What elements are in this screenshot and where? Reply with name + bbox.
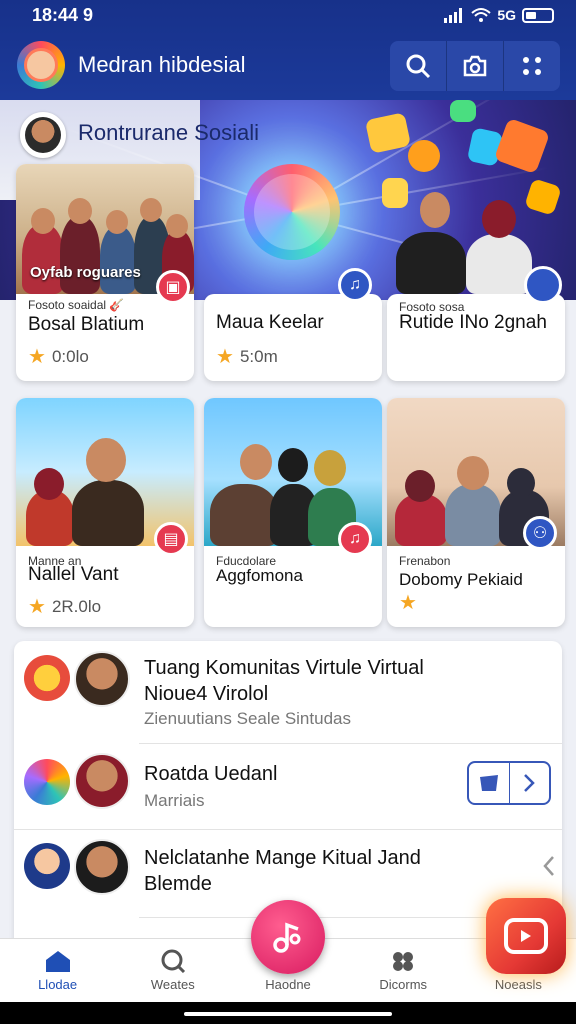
card-badge-icon[interactable]: ▤ <box>154 522 188 556</box>
app-title: Medran hibdesial <box>78 52 246 77</box>
card-rating: ★ 2R.0lo <box>28 596 102 618</box>
star-icon: ★ <box>216 346 234 368</box>
list-item[interactable]: Roatda Uedanl Marriais <box>14 745 562 830</box>
community-icon <box>393 952 414 971</box>
list-item-title-line2: Nioue4 Virolol <box>144 683 269 705</box>
avatar <box>74 839 130 895</box>
camera-icon <box>463 55 487 77</box>
video-icon <box>504 918 548 954</box>
card-rating: ★ <box>399 590 417 615</box>
list-item[interactable]: Tuang Komunitas Virtule Virtual Nioue4 V… <box>14 641 562 744</box>
group-icon <box>24 655 70 701</box>
nav-search[interactable]: Weates <box>115 939 230 1002</box>
card-overlay-text: Oyfab roguares <box>30 264 141 281</box>
community-card[interactable]: Maua Keelar ★ 5:0m <box>204 294 382 381</box>
avatar <box>74 651 130 707</box>
nav-label: Haodne <box>265 977 311 992</box>
status-icons: 5G <box>443 7 554 23</box>
header-actions <box>390 41 560 91</box>
nav-discover[interactable]: Dicorms <box>346 939 461 1002</box>
card-rating: ★ 0:0lo <box>28 346 89 368</box>
card-title: Rutide INo 2gnah <box>399 312 547 333</box>
community-card[interactable]: ⚇ Frenabon Dobomy Pekiaid ★ <box>387 398 565 627</box>
card-badge-icon[interactable]: ♫ <box>338 268 372 302</box>
card-subtitle: Fosoto soaidal 🎸 <box>28 298 125 312</box>
chevron-right-button[interactable] <box>510 763 550 803</box>
music-note-icon <box>273 922 301 953</box>
chevron-left-icon[interactable] <box>542 855 556 877</box>
nav-label: Llodae <box>38 977 78 992</box>
chevron-right-icon <box>524 774 536 792</box>
list-item-title: Roatda Uedanl <box>144 763 278 785</box>
card-title: Dobomy Pekiaid <box>399 570 523 589</box>
media-fab-button[interactable] <box>486 898 566 974</box>
star-icon: ★ <box>28 596 46 618</box>
chat-bubble-icon <box>450 100 476 122</box>
hero-emblem <box>244 164 340 260</box>
community-avatar[interactable] <box>20 112 66 158</box>
card-badge-icon[interactable]: ♫ <box>338 522 372 556</box>
app-header: 18:44 9 5G Medran hibdesial <box>0 0 576 100</box>
status-time: 18:44 9 <box>32 4 94 25</box>
home-icon <box>45 951 70 972</box>
home-indicator <box>0 1002 576 1024</box>
card-badge-icon[interactable]: ⚇ <box>523 516 557 550</box>
avatar <box>74 753 130 809</box>
row-action-group <box>467 761 551 805</box>
card-title: Aggfomona <box>216 566 303 585</box>
community-card[interactable]: Fosoto sosa Rutide INo 2gnah <box>387 294 565 381</box>
list-item-title-line2: Blemde <box>144 873 212 895</box>
nav-label: Dicorms <box>379 977 428 992</box>
wifi-icon <box>471 8 491 22</box>
community-card[interactable]: ▤ Manne an Nallel Vant ★ 2R.0lo <box>16 398 194 627</box>
list-item-title: Nelclatanhe Mange Kitual Jand <box>144 847 421 869</box>
signal-icon <box>444 8 463 23</box>
card-badge-icon[interactable] <box>524 266 562 304</box>
community-card[interactable]: Oyfab roguares ▣ Fosoto soaidal 🎸 Bosal … <box>16 164 194 381</box>
camera-button[interactable] <box>447 41 504 91</box>
hero-title: Rontrurane Sosiali <box>78 120 259 145</box>
card-title: Bosal Blatium <box>28 314 145 335</box>
avatar <box>24 843 70 889</box>
heart-icon <box>493 117 551 175</box>
music-player-icon <box>24 759 70 805</box>
status-bar: 18:44 9 5G <box>32 4 554 26</box>
list-item-subtitle: Zienuutians Seale Sintudas <box>144 709 351 728</box>
nav-label: Noeasls <box>494 977 542 992</box>
grid-menu-button[interactable] <box>504 41 560 91</box>
card-title: Nallel Vant <box>28 564 119 585</box>
emoji-icon <box>408 140 440 172</box>
community-card[interactable]: ♫ Fducdolare Aggfomona <box>204 398 382 627</box>
nav-home[interactable]: Llodae <box>0 939 115 1002</box>
star-icon: ★ <box>399 592 417 614</box>
network-label: 5G <box>497 7 516 23</box>
search-button[interactable] <box>390 41 447 91</box>
card-subtitle: Frenabon <box>399 554 451 568</box>
card-badge-icon[interactable]: ▣ <box>156 270 190 304</box>
card-title: Maua Keelar <box>216 312 324 333</box>
grid-icon <box>523 57 541 75</box>
search-icon <box>161 949 185 973</box>
search-icon <box>406 54 431 79</box>
profile-avatar[interactable] <box>17 41 65 89</box>
list-item-subtitle: Marriais <box>144 791 205 810</box>
nav-label: Weates <box>150 977 195 992</box>
message-icon <box>479 775 498 791</box>
card-rating: ★ 5:0m <box>216 346 278 368</box>
star-icon: ★ <box>28 346 46 368</box>
community-list: Tuang Komunitas Virtule Virtual Nioue4 V… <box>14 641 562 941</box>
list-item-title: Tuang Komunitas Virtule Virtual <box>144 657 424 679</box>
battery-icon <box>522 7 554 23</box>
music-fab-button[interactable] <box>251 900 325 974</box>
message-button[interactable] <box>469 763 510 803</box>
